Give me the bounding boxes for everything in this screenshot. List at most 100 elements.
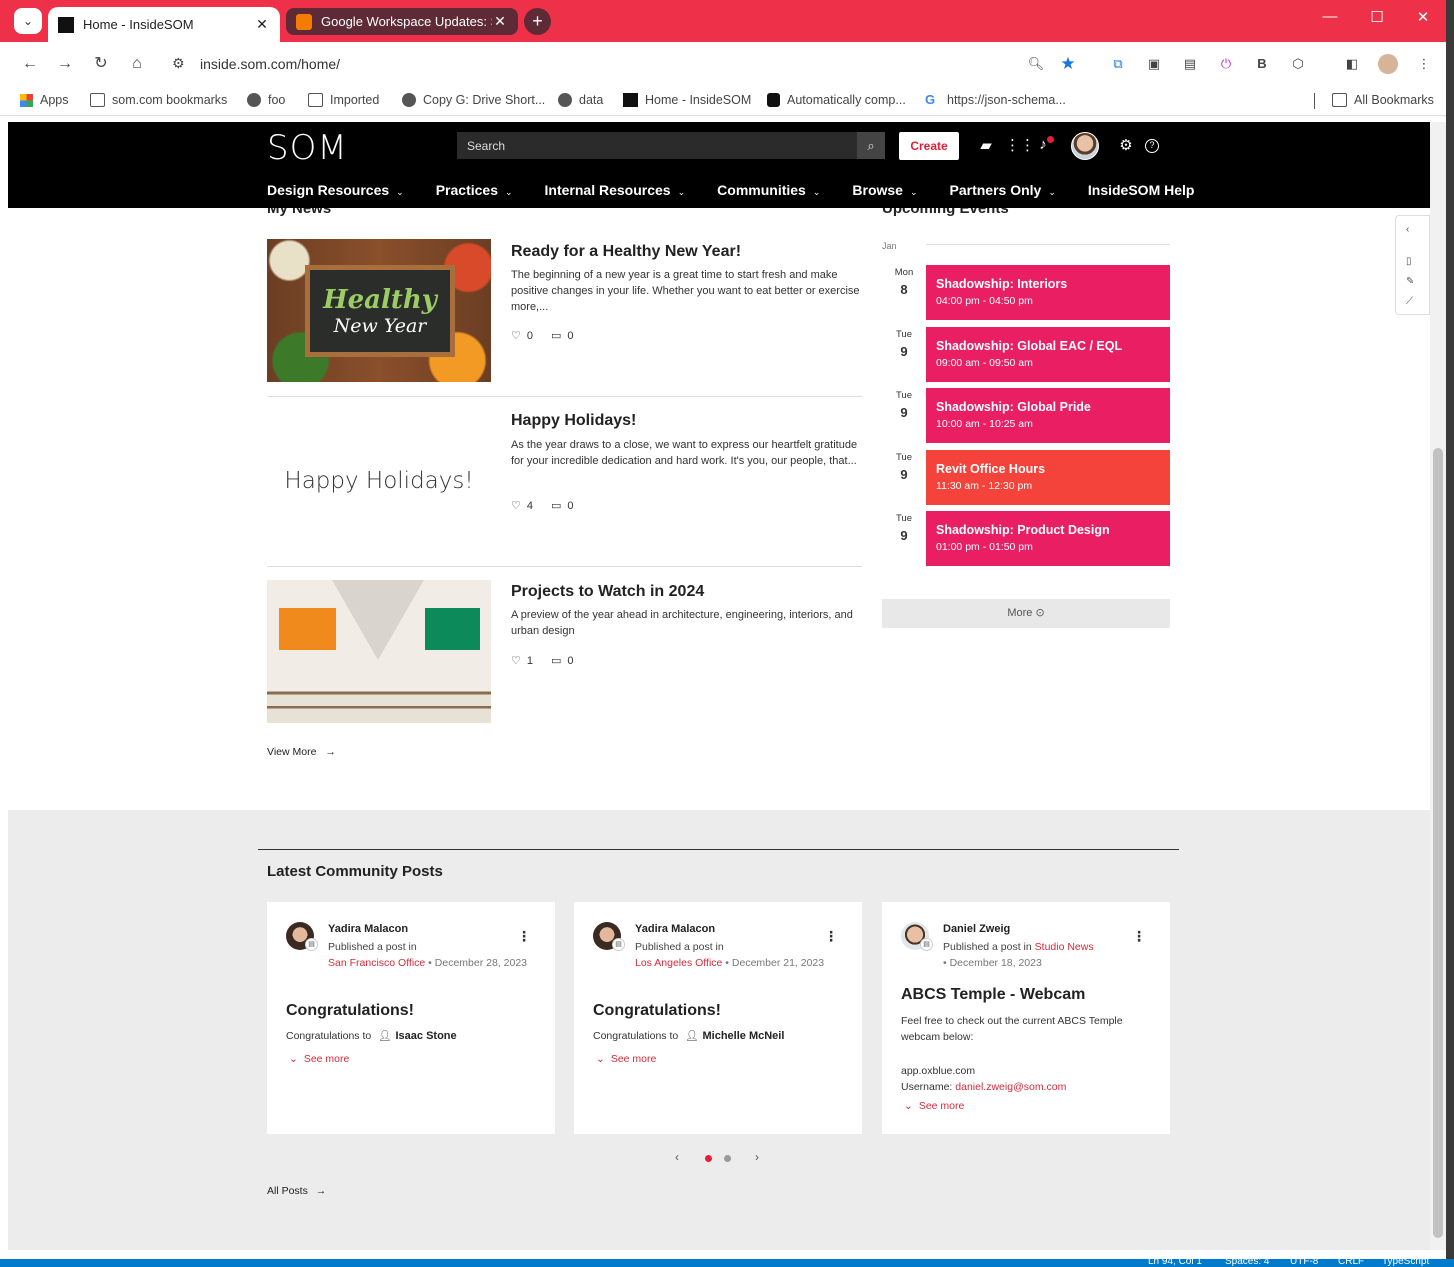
bookmark-apps[interactable]: Apps [20, 93, 69, 107]
see-more-link[interactable]: ⌄ See more [904, 1100, 964, 1112]
extension-clip-icon[interactable]: ⧉ [1108, 54, 1128, 74]
indentation[interactable]: Spaces: 4 [1225, 1256, 1269, 1267]
post-title[interactable]: Ready for a Healthy New Year! [511, 243, 741, 261]
author-name[interactable]: Yadira Malacon [328, 923, 408, 935]
post-title[interactable]: Happy Holidays! [511, 412, 636, 430]
all-bookmarks[interactable]: All Bookmarks [1332, 93, 1434, 107]
community-link[interactable]: Studio News [1035, 941, 1094, 953]
more-options-icon[interactable]: ⋮ [1132, 928, 1146, 945]
help-icon[interactable]: ? [1145, 139, 1159, 153]
forward-button[interactable]: → [54, 53, 76, 75]
reload-button[interactable]: ↻ [90, 53, 112, 75]
extension-tabs-icon[interactable]: ▤ [1180, 54, 1200, 74]
event-card[interactable]: Shadowship: Global EAC / EQL 09:00 am - 0… [926, 327, 1170, 382]
zoom-icon[interactable]: 🔍︎ [1026, 54, 1046, 74]
email-link[interactable]: daniel.zweig@som.com [955, 1081, 1066, 1093]
search-icon[interactable]: ⌕ [857, 132, 885, 159]
user-avatar[interactable] [1071, 132, 1099, 160]
close-window-button[interactable]: ✕ [1403, 8, 1443, 26]
bookmark-star-icon[interactable]: ★ [1058, 54, 1078, 74]
gear-icon[interactable]: ⚙ [1116, 136, 1136, 154]
encoding[interactable]: UTF-8 [1290, 1256, 1318, 1267]
chart-icon[interactable]: ⟋ [1406, 296, 1413, 307]
new-tab-button[interactable]: + [524, 8, 551, 35]
pencil-icon[interactable]: ✎ [1406, 276, 1414, 287]
events-more-button[interactable]: More ⊙ [882, 599, 1170, 628]
browser-menu-icon[interactable]: ⋮ [1414, 54, 1434, 74]
nav-partners-only[interactable]: Partners Only ⌄ [950, 182, 1056, 198]
card-title[interactable]: Congratulations! [593, 1002, 721, 1020]
back-button[interactable]: ← [19, 53, 41, 75]
close-tab-icon[interactable]: ✕ [254, 16, 270, 33]
search-input[interactable]: Search [457, 132, 857, 159]
comment-button[interactable]: ▭ 0 [551, 654, 574, 668]
bookmark-foo[interactable]: foo [247, 93, 285, 107]
create-button[interactable]: Create [899, 132, 959, 160]
briefcase-icon[interactable]: ▰ [976, 136, 996, 154]
event-card[interactable]: Revit Office Hours 11:30 am - 12:30 pm [926, 450, 1170, 505]
all-posts-link[interactable]: All Posts → [267, 1185, 326, 1197]
event-card[interactable]: Shadowship: Global Pride 10:00 am - 10:25… [926, 388, 1170, 443]
more-options-icon[interactable]: ⋮ [824, 928, 838, 945]
projects-2024-image[interactable] [267, 580, 491, 723]
more-options-icon[interactable]: ⋮ [517, 928, 531, 945]
like-button[interactable]: ♡ 1 [511, 654, 533, 668]
nav-practices[interactable]: Practices ⌄ [436, 182, 513, 198]
nav-insidesom-help[interactable]: InsideSOM Help [1088, 182, 1195, 198]
tab-home-insidesom[interactable]: Home - InsideSOM ✕ [48, 7, 280, 42]
maximize-button[interactable]: ☐ [1357, 8, 1397, 26]
bookmark-som-com[interactable]: som.com bookmarks [90, 93, 227, 107]
line-ending[interactable]: CRLF [1338, 1256, 1364, 1267]
see-more-link[interactable]: ⌄ See more [289, 1053, 349, 1065]
community-link[interactable]: Los Angeles Office [635, 957, 722, 969]
language-mode[interactable]: TypeScript [1382, 1256, 1429, 1267]
bookmark-copy-drive[interactable]: Copy G: Drive Short... [402, 93, 545, 107]
community-post-card[interactable]: ▤ Yadira Malacon Published a post in San … [267, 902, 555, 1134]
site-settings-icon[interactable]: ⚙ [172, 55, 185, 72]
profile-avatar[interactable] [1378, 54, 1398, 74]
nav-design-resources[interactable]: Design Resources ⌄ [267, 182, 404, 198]
nav-internal-resources[interactable]: Internal Resources ⌄ [545, 182, 686, 198]
happy-holidays-image[interactable]: Happy Holidays! [267, 409, 491, 552]
page-scrollbar[interactable] [1430, 122, 1446, 1250]
carousel-dot[interactable] [724, 1155, 731, 1162]
event-card[interactable]: Shadowship: Interiors 04:00 pm - 04:50 pm [926, 265, 1170, 320]
tab-google-workspace[interactable]: Google Workspace Updates: Str ✕ [286, 8, 518, 35]
carousel-prev-button[interactable]: ‹ [675, 1150, 679, 1164]
comment-button[interactable]: ▭ 0 [551, 499, 574, 513]
event-card[interactable]: Shadowship: Product Design 01:00 pm - 01:… [926, 511, 1170, 566]
comment-button[interactable]: ▭ 0 [551, 329, 574, 343]
extensions-puzzle-icon[interactable]: ⬡ [1288, 54, 1308, 74]
bookmark-data[interactable]: data [558, 93, 603, 107]
community-post-card[interactable]: ▤ Daniel Zweig Published a post in Studi… [882, 902, 1170, 1134]
som-logo[interactable]: SOM [267, 128, 348, 168]
minimize-button[interactable]: — [1310, 8, 1350, 25]
healthy-new-year-image[interactable]: Healthy New Year [267, 239, 491, 382]
bookmark-automatically[interactable]: Automatically comp... [767, 93, 906, 107]
carousel-dot-active[interactable] [705, 1155, 712, 1162]
author-name[interactable]: Daniel Zweig [943, 923, 1010, 935]
bookmark-icon[interactable]: ▯ [1406, 256, 1412, 267]
nav-communities[interactable]: Communities ⌄ [717, 182, 820, 198]
extension-dots-icon[interactable]: ▣ [1144, 54, 1164, 74]
close-tab-icon[interactable]: ✕ [492, 13, 508, 30]
apps-grid-icon[interactable]: ⋮⋮ [1005, 136, 1035, 154]
card-title[interactable]: ABCS Temple - Webcam [901, 986, 1085, 1004]
view-more-link[interactable]: View More → [267, 746, 336, 758]
chevron-left-icon[interactable]: ‹ [1406, 224, 1409, 235]
bookmark-home-insidesom[interactable]: Home - InsideSOM [623, 93, 751, 107]
carousel-next-button[interactable]: › [755, 1150, 759, 1164]
bookmark-json-schema[interactable]: Ghttps://json-schema... [925, 93, 1066, 108]
community-link[interactable]: San Francisco Office [328, 957, 425, 969]
scrollbar-thumb[interactable] [1433, 448, 1443, 1238]
home-button[interactable]: ⌂ [126, 53, 148, 75]
extension-b-icon[interactable]: B [1252, 54, 1272, 74]
cursor-position[interactable]: Ln 94, Col 1 [1148, 1256, 1202, 1267]
bookmark-imported[interactable]: Imported [308, 93, 379, 107]
side-panel-icon[interactable]: ◧ [1342, 54, 1362, 74]
author-name[interactable]: Yadira Malacon [635, 923, 715, 935]
nav-browse[interactable]: Browse ⌄ [852, 182, 917, 198]
like-button[interactable]: ♡ 4 [511, 499, 533, 513]
url-field[interactable]: inside.som.com/home/ [200, 56, 340, 72]
tab-search-button[interactable]: ⌄ [14, 8, 42, 34]
